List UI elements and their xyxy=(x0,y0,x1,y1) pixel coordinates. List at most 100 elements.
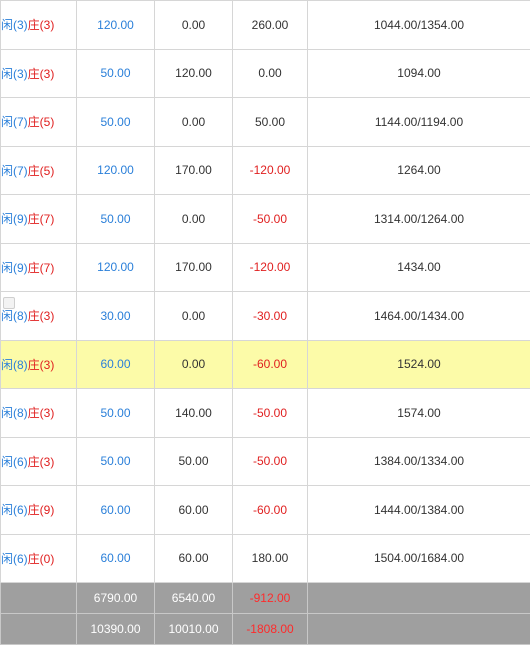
total-balance-cell xyxy=(307,582,530,614)
banker-label: 庄(3) xyxy=(27,357,55,372)
banker-label: 庄(3) xyxy=(27,454,55,469)
total-win-loss-cell: -912.00 xyxy=(232,582,308,614)
win-loss-cell: 260.00 xyxy=(232,0,308,50)
bet-amount-cell: 50.00 xyxy=(76,194,155,244)
hand-result-cell: 闲(8)庄(3) xyxy=(0,388,77,438)
banker-label: 庄(3) xyxy=(27,18,55,33)
bet-amount-cell: 50.00 xyxy=(76,436,155,486)
hand-result-cell: 闲(9)庄(7) xyxy=(0,194,77,244)
win-loss-cell: -50.00 xyxy=(232,194,308,244)
table-row[interactable]: 闲(7)庄(5) 120.00 170.00 -120.00 1264.00 xyxy=(0,145,530,195)
balance-cell: 1314.00/1264.00 xyxy=(307,194,530,244)
bet-amount-cell: 60.00 xyxy=(76,485,155,535)
table-row[interactable]: 闲(6)庄(3) 50.00 50.00 -50.00 1384.00/1334.00 xyxy=(0,436,530,486)
win-loss-cell: -60.00 xyxy=(232,339,308,389)
table-row[interactable]: 闲(8)庄(3) 50.00 140.00 -50.00 1574.00 xyxy=(0,388,530,438)
table-body: 闲(3)庄(3) 120.00 0.00 260.00 1044.00/1354.00 闲… xyxy=(0,0,530,645)
balance-cell: 1524.00 xyxy=(307,339,530,389)
banker-label: 庄(5) xyxy=(27,163,55,178)
banker-label: 庄(3) xyxy=(27,66,55,81)
player-label: 闲(8) xyxy=(1,406,28,421)
win-loss-cell: -120.00 xyxy=(232,242,308,292)
hand-result-cell: 闲(9)庄(7) xyxy=(0,242,77,292)
hand-result-cell: 闲(6)庄(3) xyxy=(0,436,77,486)
table-row[interactable]: 闲(3)庄(3) 120.00 0.00 260.00 1044.00/1354.00 xyxy=(0,0,530,50)
bet-amount-cell: 50.00 xyxy=(76,97,155,147)
hand-result-cell: 闲(6)庄(9) xyxy=(0,485,77,535)
table-row[interactable]: 闲(9)庄(7) 120.00 170.00 -120.00 1434.00 xyxy=(0,242,530,292)
table-row[interactable]: 闲(7)庄(5) 50.00 0.00 50.00 1144.00/1194.00 xyxy=(0,97,530,147)
table-row[interactable]: 闲(8)庄(3) 30.00 0.00 -30.00 1464.00/1434.00 xyxy=(0,291,530,341)
banker-label: 庄(5) xyxy=(27,115,55,130)
payout-cell: 170.00 xyxy=(154,145,233,195)
win-loss-cell: -50.00 xyxy=(232,436,308,486)
balance-cell: 1464.00/1434.00 xyxy=(307,291,530,341)
total-label-cell xyxy=(0,582,77,614)
total-payout-cell: 6540.00 xyxy=(154,582,233,614)
total-balance-cell xyxy=(307,613,530,645)
player-label: 闲(3) xyxy=(1,66,28,81)
hand-result-cell: 闲(3)庄(3) xyxy=(0,0,77,50)
balance-cell: 1144.00/1194.00 xyxy=(307,97,530,147)
balance-cell: 1264.00 xyxy=(307,145,530,195)
payout-cell: 60.00 xyxy=(154,533,233,583)
total-bet-cell: 6790.00 xyxy=(76,582,155,614)
payout-cell: 170.00 xyxy=(154,242,233,292)
player-label: 闲(7) xyxy=(1,163,28,178)
banker-label: 庄(0) xyxy=(27,551,55,566)
bet-amount-cell: 120.00 xyxy=(76,242,155,292)
balance-cell: 1504.00/1684.00 xyxy=(307,533,530,583)
payout-cell: 140.00 xyxy=(154,388,233,438)
hand-result-cell: 闲(7)庄(5) xyxy=(0,145,77,195)
win-loss-cell: 180.00 xyxy=(232,533,308,583)
payout-cell: 120.00 xyxy=(154,48,233,98)
hand-result-cell: 闲(8)庄(3) xyxy=(0,339,77,389)
table-row[interactable]: 闲(8)庄(3) 60.00 0.00 -60.00 1524.00 xyxy=(0,339,530,389)
table-row[interactable]: 闲(9)庄(7) 50.00 0.00 -50.00 1314.00/1264.00 xyxy=(0,194,530,244)
balance-cell: 1434.00 xyxy=(307,242,530,292)
player-label: 闲(8) xyxy=(1,309,28,324)
balance-cell: 1574.00 xyxy=(307,388,530,438)
win-loss-cell: -30.00 xyxy=(232,291,308,341)
total-payout-cell: 10010.00 xyxy=(154,613,233,645)
balance-cell: 1444.00/1384.00 xyxy=(307,485,530,535)
bet-record-table: 闲(3)庄(3) 120.00 0.00 260.00 1044.00/1354.00 闲… xyxy=(0,0,530,645)
banker-label: 庄(9) xyxy=(27,503,55,518)
banker-label: 庄(3) xyxy=(27,309,55,324)
payout-cell: 60.00 xyxy=(154,485,233,535)
total-win-loss-cell: -1808.00 xyxy=(232,613,308,645)
bet-amount-cell: 120.00 xyxy=(76,145,155,195)
hand-result-cell: 闲(3)庄(3) xyxy=(0,48,77,98)
balance-cell: 1384.00/1334.00 xyxy=(307,436,530,486)
bet-amount-cell: 120.00 xyxy=(76,0,155,50)
bet-amount-cell: 30.00 xyxy=(76,291,155,341)
player-label: 闲(8) xyxy=(1,357,28,372)
total-bet-cell: 10390.00 xyxy=(76,613,155,645)
hand-result-cell: 闲(8)庄(3) xyxy=(0,291,77,341)
table-row[interactable]: 闲(3)庄(3) 50.00 120.00 0.00 1094.00 xyxy=(0,48,530,98)
player-label: 闲(6) xyxy=(1,551,28,566)
table-row[interactable]: 闲(6)庄(0) 60.00 60.00 180.00 1504.00/1684.00 xyxy=(0,533,530,583)
player-label: 闲(7) xyxy=(1,115,28,130)
win-loss-cell: -50.00 xyxy=(232,388,308,438)
image-placeholder-icon xyxy=(3,297,15,310)
payout-cell: 0.00 xyxy=(154,0,233,50)
balance-cell: 1044.00/1354.00 xyxy=(307,0,530,50)
payout-cell: 0.00 xyxy=(154,97,233,147)
player-label: 闲(6) xyxy=(1,454,28,469)
balance-cell: 1094.00 xyxy=(307,48,530,98)
win-loss-cell: 0.00 xyxy=(232,48,308,98)
win-loss-cell: -120.00 xyxy=(232,145,308,195)
payout-cell: 0.00 xyxy=(154,291,233,341)
payout-cell: 50.00 xyxy=(154,436,233,486)
bet-amount-cell: 60.00 xyxy=(76,533,155,583)
banker-label: 庄(7) xyxy=(27,212,55,227)
table-row[interactable]: 闲(6)庄(9) 60.00 60.00 -60.00 1444.00/1384.00 xyxy=(0,485,530,535)
bet-amount-cell: 60.00 xyxy=(76,339,155,389)
banker-label: 庄(3) xyxy=(27,406,55,421)
total-row: 10390.00 10010.00 -1808.00 xyxy=(0,613,530,645)
banker-label: 庄(7) xyxy=(27,260,55,275)
player-label: 闲(9) xyxy=(1,260,28,275)
total-label-cell xyxy=(0,613,77,645)
hand-result-cell: 闲(6)庄(0) xyxy=(0,533,77,583)
